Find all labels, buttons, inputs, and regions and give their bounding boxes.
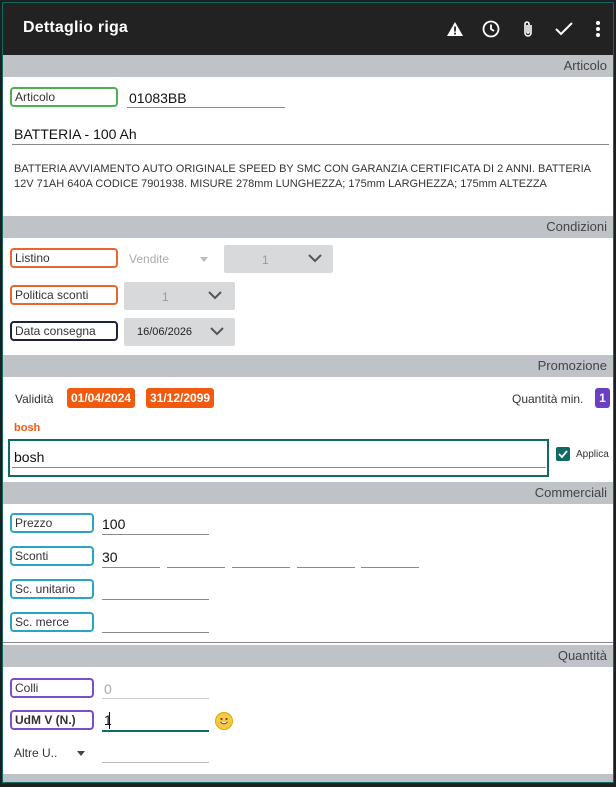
sconti-underline-2[interactable]: [167, 567, 225, 568]
page-title: Dettaglio riga: [23, 19, 129, 36]
altre-unita-input[interactable]: [102, 762, 209, 763]
promo-date-to-badge: 31/12/2099: [146, 388, 215, 408]
warning-icon[interactable]: [443, 17, 467, 41]
listino-label: Listino: [10, 248, 118, 268]
clock-icon[interactable]: [479, 17, 503, 41]
articolo-name[interactable]: BATTERIA - 100 Ah: [14, 126, 137, 142]
sconti-underline-5[interactable]: [361, 567, 419, 568]
section-header-quantita: Quantità: [3, 645, 613, 667]
udm-label: UdM V (N.): [10, 710, 94, 730]
section-header-articolo: Articolo: [3, 55, 613, 77]
udm-underline: [102, 730, 209, 732]
divider: [3, 642, 613, 643]
sconti-value-1[interactable]: 30: [102, 549, 118, 565]
chevron-down-icon: [208, 291, 222, 300]
section-header-commerciali: Commerciali: [3, 482, 613, 504]
check-icon[interactable]: [552, 17, 576, 41]
prezzo-underline: [102, 534, 209, 535]
promo-input-focus-frame: [8, 439, 549, 477]
sconti-underline-1: [102, 567, 160, 568]
qty-min-label: Quantità min.: [512, 392, 584, 406]
next-section-header: [3, 774, 613, 782]
promo-date-from-badge: 01/04/2024: [67, 388, 136, 408]
prezzo-value[interactable]: 100: [102, 516, 125, 532]
altre-unita-select[interactable]: Altre U..: [14, 746, 57, 760]
paperclip-icon[interactable]: [516, 17, 540, 41]
app-bar: Dettaglio riga: [3, 3, 613, 55]
text-cursor: [109, 712, 110, 729]
sconti-underline-4[interactable]: [297, 567, 355, 568]
data-consegna-label: Data consegna: [10, 321, 118, 341]
listino-select[interactable]: Vendite: [129, 252, 169, 266]
applica-checkbox[interactable]: [556, 447, 570, 461]
articolo-code-underline: [127, 107, 285, 108]
listino-number-select[interactable]: 1: [224, 245, 333, 273]
articolo-code[interactable]: 01083BB: [129, 90, 187, 106]
colli-underline: [102, 698, 209, 699]
smiley-icon[interactable]: [215, 712, 233, 730]
sconti-label: Sconti: [10, 546, 94, 566]
politica-sconti-label: Politica sconti: [10, 285, 118, 305]
articolo-name-underline: [12, 144, 609, 145]
section-header-condizioni: Condizioni: [3, 216, 613, 238]
udm-value[interactable]: 1: [104, 712, 112, 728]
promo-name: bosh: [14, 422, 41, 434]
validita-label: Validità: [15, 392, 54, 406]
promo-input[interactable]: bosh: [14, 449, 44, 465]
sc-merce-input[interactable]: [102, 632, 209, 633]
data-consegna-select[interactable]: 16/06/2026: [124, 318, 235, 346]
articolo-description: BATTERIA AVVIAMENTO AUTO ORIGINALE SPEED…: [14, 163, 591, 190]
applica-label[interactable]: Applica: [576, 449, 609, 460]
listino-number: 1: [262, 253, 269, 267]
politica-sconti-value: 1: [162, 290, 169, 304]
promo-input-underline: [12, 467, 546, 468]
sconti-underline-3[interactable]: [232, 567, 290, 568]
chevron-down-icon: [210, 327, 224, 336]
detail-screen: Dettaglio riga Articolo Articolo 01083BB…: [2, 2, 614, 783]
data-consegna-value: 16/06/2026: [137, 326, 193, 338]
chevron-down-icon: [308, 254, 322, 263]
colli-value[interactable]: 0: [104, 681, 112, 697]
qty-min-badge: 1: [595, 388, 610, 408]
altre-unita-dropdown-icon[interactable]: [77, 751, 85, 756]
more-vert-icon[interactable]: [586, 17, 610, 41]
listino-dropdown-icon[interactable]: [200, 257, 208, 262]
politica-sconti-select[interactable]: 1: [124, 282, 235, 310]
prezzo-label: Prezzo: [10, 513, 94, 533]
sc-unitario-label: Sc. unitario: [10, 579, 94, 599]
articolo-label: Articolo: [10, 87, 118, 107]
sc-merce-label: Sc. merce: [10, 612, 94, 632]
colli-label: Colli: [10, 678, 94, 698]
sc-unitario-input[interactable]: [102, 599, 209, 600]
section-header-promozione: Promozione: [3, 355, 613, 377]
